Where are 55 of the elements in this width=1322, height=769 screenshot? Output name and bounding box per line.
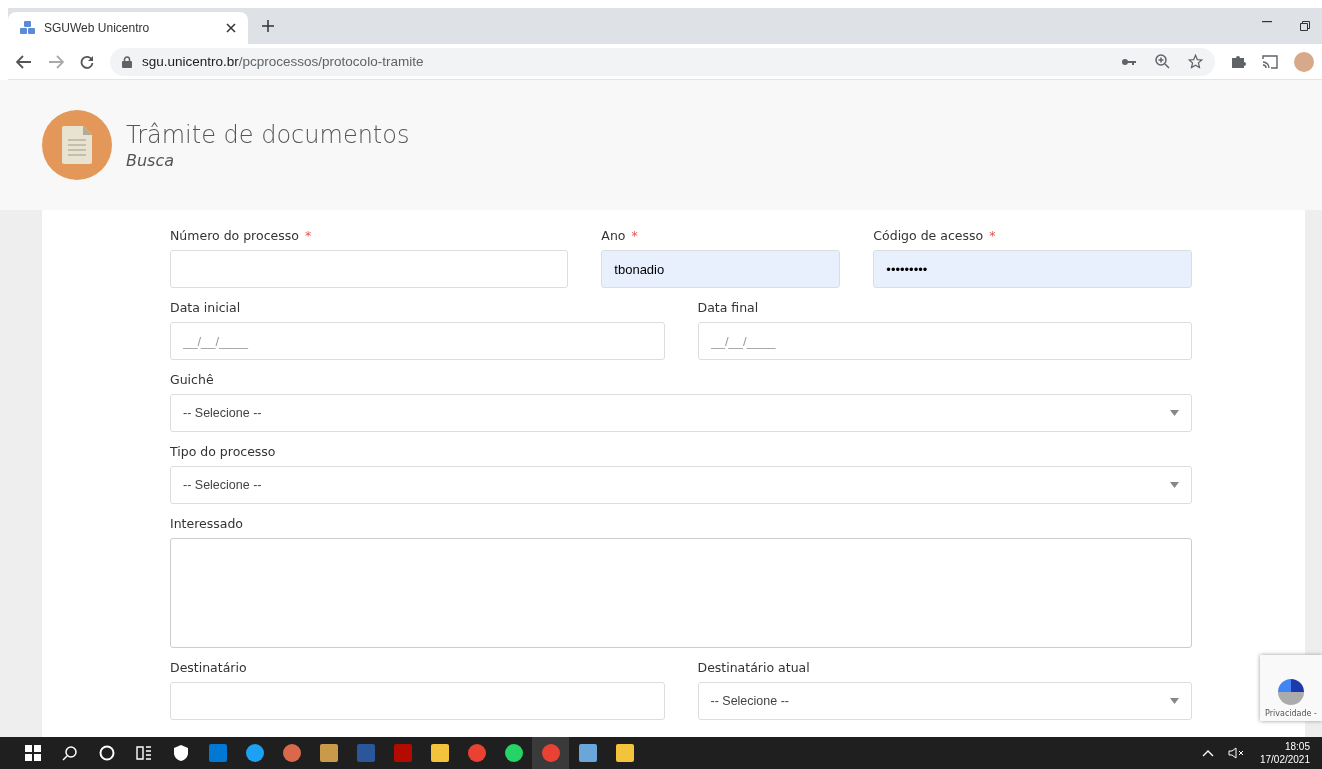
recaptcha-icon <box>1276 677 1306 707</box>
required-mark: * <box>631 227 638 243</box>
select-value: -- Selecione -- <box>183 478 262 492</box>
page-title: Trâmite de documentos <box>126 120 410 149</box>
input-field[interactable] <box>170 250 569 288</box>
input-field[interactable]: tbonadio <box>601 250 841 288</box>
select-field[interactable]: -- Selecione -- <box>170 394 1192 432</box>
field-label: Número do processo <box>170 227 299 243</box>
star-icon[interactable] <box>1188 54 1203 69</box>
muted-speaker-icon[interactable] <box>1227 747 1246 759</box>
chevron-up-icon[interactable] <box>1201 749 1214 757</box>
new-tab-icon[interactable] <box>262 20 274 32</box>
input-field[interactable]: __/__/____ <box>697 322 1192 360</box>
lock-icon <box>122 55 132 68</box>
field-label: Código de acesso <box>873 227 984 243</box>
back-icon[interactable] <box>16 54 32 69</box>
puzzle-icon[interactable] <box>1231 54 1246 69</box>
input-field[interactable]: ••••••••• <box>873 250 1192 288</box>
browser-tab[interactable]: SGUWeb Unicentro <box>8 12 248 44</box>
cubes-icon <box>20 21 36 35</box>
page-subtitle: Busca <box>126 150 176 170</box>
minimize-icon[interactable] <box>1262 21 1272 23</box>
cast-icon[interactable] <box>1262 54 1278 69</box>
field-label: Data final <box>697 299 759 315</box>
key-icon[interactable] <box>1121 57 1137 66</box>
clock[interactable]: 18:05 17/02/2021 <box>1259 740 1310 766</box>
date-text: 17/02/2021 <box>1259 753 1310 766</box>
url-text: sgu.unicentro.br/pcprocessos/protocolo-tramite <box>142 54 425 69</box>
select-field[interactable]: -- Selecione -- <box>170 466 1192 504</box>
caret-icon <box>1170 698 1179 704</box>
reload-icon[interactable] <box>80 54 94 69</box>
privacy-link[interactable]: Privacidade - <box>1265 709 1317 718</box>
zoom-icon[interactable] <box>1155 54 1170 69</box>
field-label: Data inicial <box>170 299 241 315</box>
address-bar[interactable]: sgu.unicentro.br/pcprocessos/protocolo-tramite <box>110 47 1215 76</box>
field-label: Ano <box>601 227 626 243</box>
tab-title: SGUWeb Unicentro <box>44 21 151 35</box>
recaptcha-badge[interactable]: Privacidade - <box>1260 655 1322 721</box>
close-icon[interactable] <box>226 23 236 33</box>
field-label: Destinatário <box>170 659 247 675</box>
restore-icon[interactable] <box>1300 21 1310 31</box>
field-label: Tipo do processo <box>170 443 276 459</box>
time-text: 18:05 <box>1284 740 1310 753</box>
field-label: Interessado <box>170 515 244 531</box>
select-value: -- Selecione -- <box>710 694 789 708</box>
caret-icon <box>1170 482 1179 488</box>
required-mark: * <box>989 227 996 243</box>
caret-icon <box>1170 410 1179 416</box>
input-field[interactable]: __/__/____ <box>170 322 665 360</box>
field-label: Destinatário atual <box>697 659 810 675</box>
select-field[interactable]: -- Selecione -- <box>697 682 1192 720</box>
field-label: Guichê <box>170 371 214 387</box>
select-value: -- Selecione -- <box>183 406 262 420</box>
input-field[interactable] <box>170 682 665 720</box>
required-mark: * <box>304 227 312 243</box>
